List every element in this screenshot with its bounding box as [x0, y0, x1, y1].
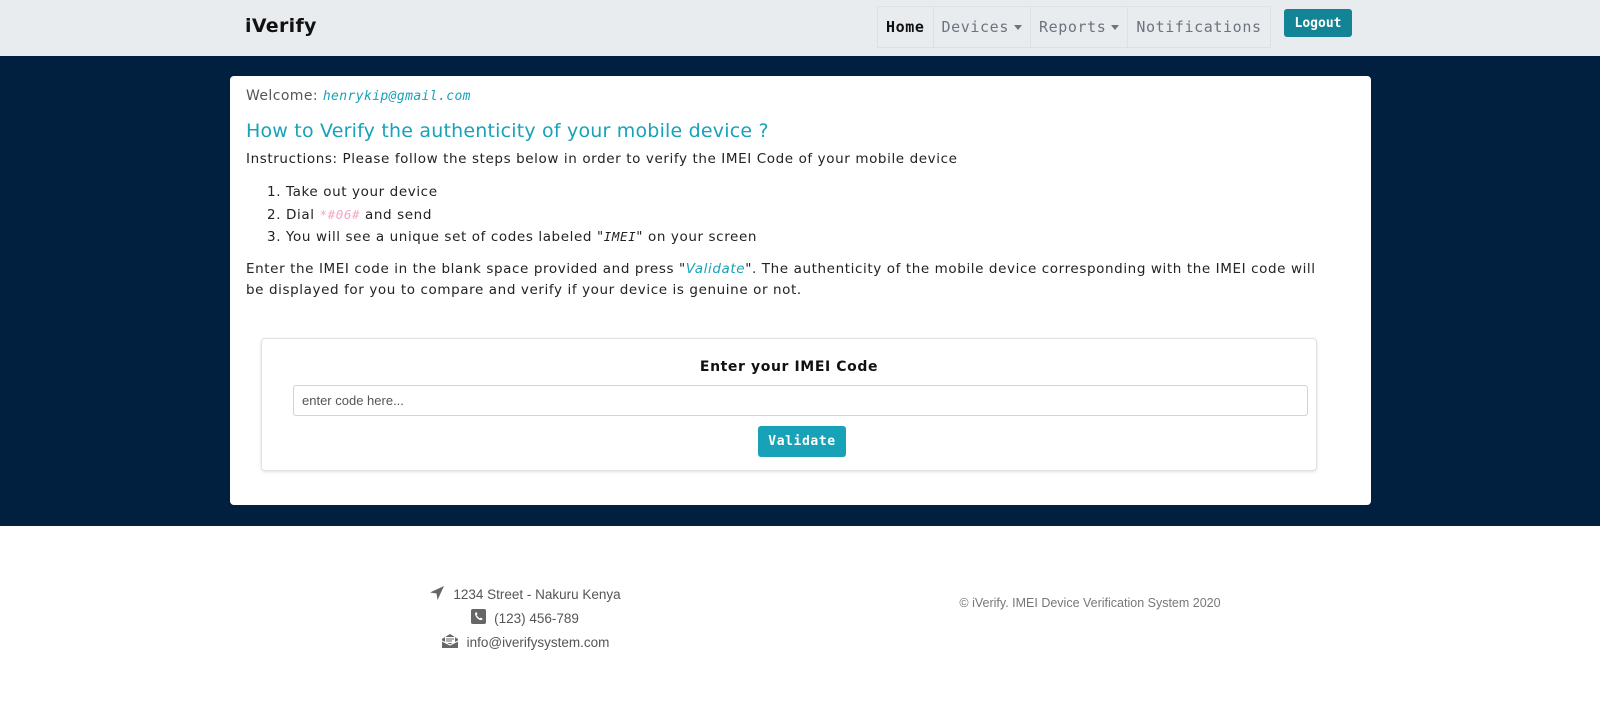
steps-list: Take out your device Dial *#06# and send… — [286, 182, 1355, 249]
instructions-card: Welcome: henrykip@gmail.com How to Verif… — [230, 76, 1371, 505]
phone-text: (123) 456-789 — [494, 610, 579, 626]
nav-notifications[interactable]: Notifications — [1127, 6, 1271, 48]
logout-button[interactable]: Logout — [1284, 9, 1352, 37]
step-1-text: Take out your device — [286, 184, 438, 200]
top-navbar: iVerify Home Devices Reports Notificatio… — [0, 0, 1600, 56]
nav-devices-dropdown[interactable]: Devices — [932, 6, 1031, 48]
validate-instructions: Enter the IMEI code in the blank space p… — [246, 259, 1336, 302]
step-2-pre: Dial — [286, 206, 315, 223]
email-text[interactable]: info@iverifysystem.com — [467, 635, 610, 650]
brand-logo[interactable]: iVerify — [245, 15, 317, 37]
step-item: Dial *#06# and send — [286, 204, 1355, 227]
copyright-text: © iVerify. IMEI Device Verification Syst… — [959, 596, 1221, 610]
nav-reports-label: Reports — [1038, 18, 1107, 36]
step-3-post: " on your screen — [636, 229, 758, 245]
address-text: 1234 Street - Nakuru Kenya — [453, 586, 621, 602]
footer: 1234 Street - Nakuru Kenya (123) 456-789… — [0, 526, 1600, 703]
main-band: Welcome: henrykip@gmail.com How to Verif… — [0, 56, 1600, 526]
address-row: 1234 Street - Nakuru Kenya — [400, 582, 650, 606]
para-pre: Enter the IMEI code in the blank space p… — [246, 260, 686, 277]
caret-down-icon — [1013, 24, 1022, 30]
imei-form: Enter your IMEI Code Validate — [261, 338, 1317, 471]
location-arrow-icon — [429, 585, 453, 604]
nav-devices-label: Devices — [941, 18, 1009, 36]
phone-row: (123) 456-789 — [400, 606, 650, 630]
caret-down-icon — [1111, 24, 1120, 30]
phone-icon — [471, 609, 494, 627]
validate-button[interactable]: Validate — [758, 426, 846, 457]
welcome-label: Welcome: — [246, 88, 318, 104]
imei-term: IMEI — [603, 229, 637, 244]
validate-term: Validate — [685, 260, 746, 277]
nav-reports-dropdown[interactable]: Reports — [1029, 6, 1129, 48]
welcome-line: Welcome: henrykip@gmail.com — [246, 88, 1355, 104]
email-row: info@iverifysystem.com — [400, 630, 650, 654]
imei-form-label: Enter your IMEI Code — [699, 359, 879, 375]
page-title: How to Verify the authenticity of your m… — [246, 120, 769, 142]
step-item: You will see a unique set of codes label… — [286, 226, 1355, 249]
envelope-open-icon — [441, 633, 467, 652]
nav-home[interactable]: Home — [877, 6, 934, 48]
nav-home-label: Home — [886, 18, 925, 36]
instructions-text: Instructions: Please follow the steps be… — [246, 151, 958, 167]
step-3-pre: You will see a unique set of codes label… — [286, 229, 604, 245]
imei-input[interactable] — [293, 385, 1308, 416]
step-2-post: and send — [365, 206, 432, 223]
nav-notifications-label: Notifications — [1136, 18, 1262, 36]
contact-info: 1234 Street - Nakuru Kenya (123) 456-789… — [400, 582, 650, 654]
main-nav: Home Devices Reports Notifications — [877, 6, 1271, 48]
step-item: Take out your device — [286, 182, 1355, 204]
user-email: henrykip@gmail.com — [322, 89, 471, 104]
ussd-code: *#06# — [319, 206, 361, 222]
